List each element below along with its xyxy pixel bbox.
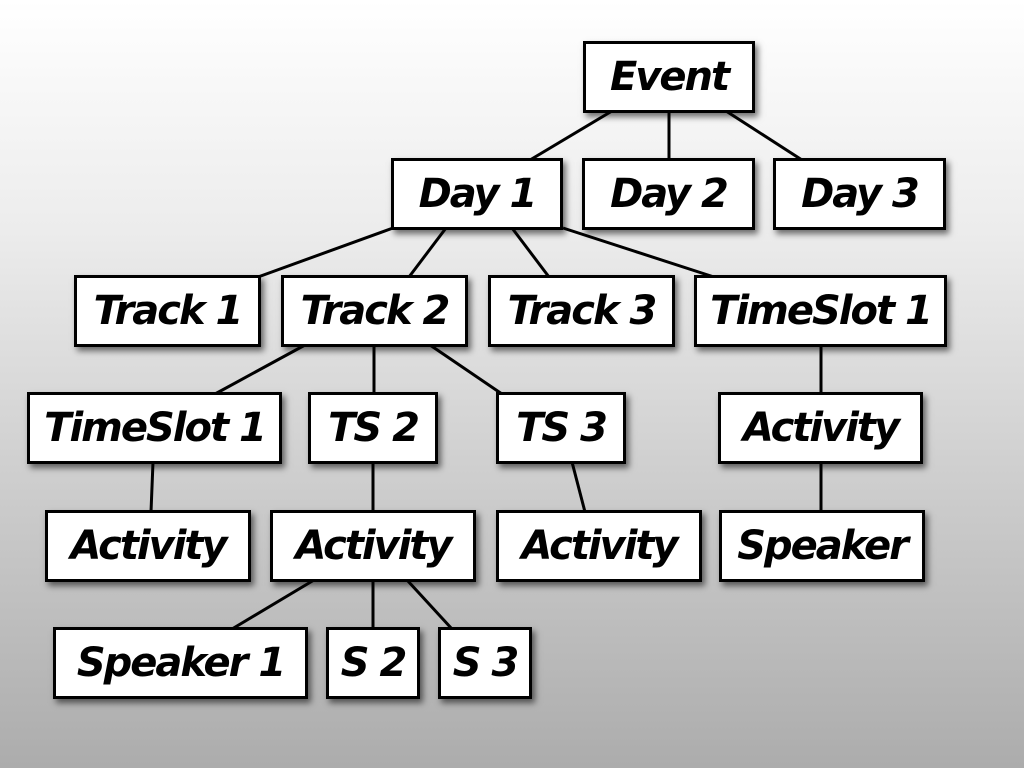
node-track-2: Track 2 [281, 275, 468, 347]
node-activity-ts3: Activity [496, 510, 702, 582]
edge-event-to-day1 [529, 109, 613, 162]
node-s-2: S 2 [326, 627, 420, 699]
edge-day1-to-timeslot1-day [562, 226, 715, 279]
node-event: Event [583, 41, 755, 113]
edge-track2-to-timeslot1-track [214, 343, 306, 396]
node-activity-ts1: Activity [45, 510, 251, 582]
edge-track2-to-ts3 [429, 343, 503, 396]
edge-day1-to-track3 [510, 227, 551, 278]
node-timeslot-1-day: TimeSlot 1 [694, 275, 947, 347]
node-speaker-day: Speaker [719, 510, 925, 582]
node-day-2: Day 2 [582, 158, 755, 230]
node-activity-ts2: Activity [270, 510, 476, 582]
node-timeslot-1-track: TimeSlot 1 [27, 392, 282, 464]
edge-event-to-day3 [725, 109, 803, 162]
node-ts-2: TS 2 [308, 392, 438, 464]
node-day-3: Day 3 [773, 158, 946, 230]
node-ts-3: TS 3 [496, 392, 626, 464]
node-day-1: Day 1 [391, 158, 563, 230]
node-track-1: Track 1 [74, 275, 261, 347]
edge-ts3-to-activity-ts3 [570, 461, 587, 513]
node-track-3: Track 3 [488, 275, 675, 347]
edge-day1-to-track2 [407, 227, 448, 278]
edge-day1-to-track1 [257, 226, 394, 279]
edge-activity-ts2-to-speaker1 [231, 578, 315, 631]
node-activity-day: Activity [718, 392, 923, 464]
node-speaker-1: Speaker 1 [53, 627, 308, 699]
edge-activity-ts2-to-s3 [405, 578, 454, 631]
edge-timeslot1-track-to-activity-ts1 [149, 461, 155, 513]
node-s-3: S 3 [438, 627, 532, 699]
